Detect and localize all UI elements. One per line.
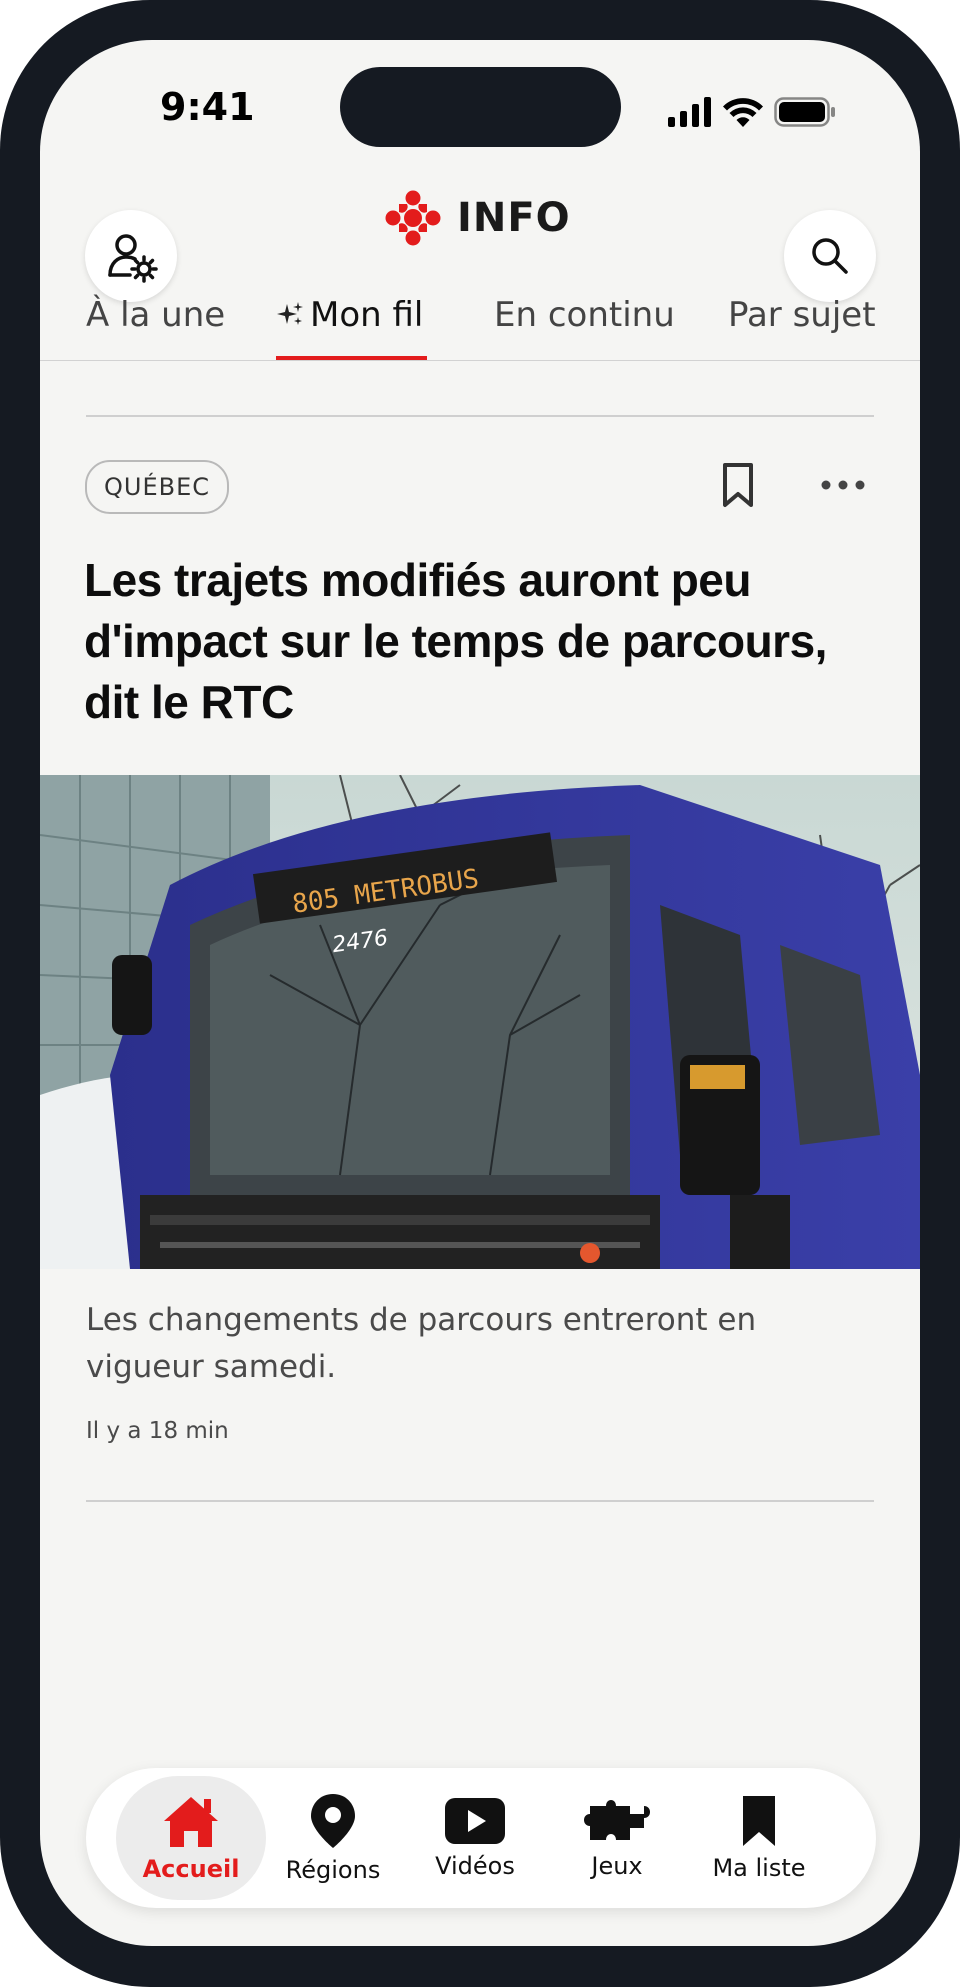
search-icon [812, 238, 848, 274]
nav-accueil-label: Accueil [142, 1855, 240, 1883]
nav-accueil[interactable]: Accueil [116, 1776, 266, 1900]
bookmark-icon [723, 463, 753, 507]
tab-par-sujet[interactable]: Par sujet [728, 295, 876, 335]
user-settings-icon [108, 234, 158, 283]
more-dots-icon [821, 480, 865, 490]
bus-photo: 805 METROBUS 2476 [40, 775, 920, 1269]
tab-mon-fil[interactable]: Mon fil [276, 295, 423, 335]
bottom-divider [86, 1500, 874, 1502]
bottom-navigation: Accueil Régions Vidéos Jeux Ma liste [86, 1768, 876, 1908]
cellular-signal-icon [668, 97, 711, 127]
app-screen: 9:41 INFO À la une Mon fil En continu Pa… [40, 40, 920, 1946]
top-divider [86, 415, 874, 417]
bookmark-filled-icon [743, 1796, 775, 1846]
puzzle-icon [584, 1800, 650, 1840]
bookmark-button[interactable] [716, 458, 760, 512]
account-settings-button[interactable] [85, 210, 177, 302]
category-tag[interactable]: QUÉBEC [85, 460, 230, 514]
article-summary: Les changements de parcours entreront en… [86, 1302, 757, 1385]
dynamic-island [340, 67, 621, 147]
home-icon [164, 1797, 218, 1847]
status-time: 9:41 [160, 85, 255, 129]
active-tab-indicator [276, 356, 427, 360]
article-image[interactable]: 805 METROBUS 2476 [40, 775, 920, 1269]
nav-ma-liste[interactable]: Ma liste [684, 1776, 834, 1900]
nav-ma-liste-label: Ma liste [712, 1854, 806, 1882]
tab-a-la-une[interactable]: À la une [86, 295, 225, 335]
status-bar: 9:41 [40, 40, 920, 180]
tab-en-continu[interactable]: En continu [494, 295, 675, 335]
article-headline[interactable]: Les trajets modifiés auront peu d'impact… [84, 550, 874, 733]
app-header: INFO [40, 170, 920, 302]
wifi-icon [723, 98, 763, 127]
nav-jeux-label: Jeux [591, 1852, 643, 1880]
sparkle-icon [277, 302, 303, 325]
location-pin-icon [311, 1794, 355, 1848]
phone-frame: 9:41 INFO À la une Mon fil En continu Pa… [0, 0, 960, 1987]
section-tabs: À la une Mon fil En continu Par sujet [40, 290, 920, 361]
radio-canada-gem-icon [385, 190, 441, 246]
nav-jeux[interactable]: Jeux [542, 1776, 692, 1900]
brand-name: INFO [457, 195, 571, 241]
nav-regions[interactable]: Régions [258, 1776, 408, 1900]
nav-regions-label: Régions [285, 1856, 381, 1884]
search-button[interactable] [784, 210, 876, 302]
battery-icon [774, 97, 835, 127]
app-logo: INFO [385, 190, 571, 246]
article-timestamp: Il y a 18 min [86, 1418, 229, 1444]
nav-videos[interactable]: Vidéos [400, 1776, 550, 1900]
play-icon [445, 1798, 505, 1844]
nav-videos-label: Vidéos [435, 1852, 515, 1880]
status-icons [668, 92, 836, 132]
more-options-button[interactable] [818, 468, 868, 502]
